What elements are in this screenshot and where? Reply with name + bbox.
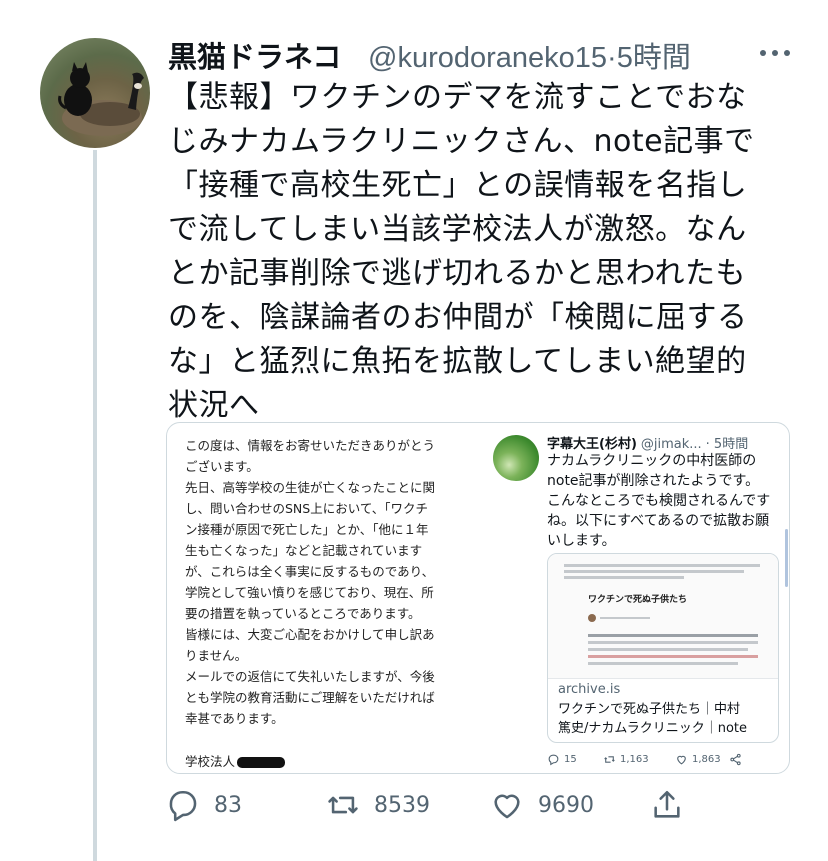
share-icon	[654, 790, 680, 818]
tweet-text-line: 【悲報】ワクチンのデマを流すことでおな	[168, 80, 747, 115]
quoted-author-name: 字幕大王(杉村)	[547, 437, 637, 452]
letter-line: ございます。	[185, 459, 259, 474]
letter-line: 先日、高等学校の生徒が亡くなったことに関	[185, 480, 436, 495]
link-title-line: ワクチンで死ぬ子供たち｜中村	[558, 702, 741, 717]
tweet-actions: 83 8539 9690	[166, 788, 706, 828]
timestamp[interactable]: 5時間	[617, 42, 691, 74]
share-button[interactable]	[650, 788, 684, 822]
reply-button[interactable]: 83	[166, 788, 242, 822]
share-icon	[730, 753, 741, 766]
quoted-text-line: ね。以下にすべてあるので拡散お願	[547, 513, 770, 529]
like-icon	[494, 794, 520, 819]
thumb-text-line	[588, 662, 738, 665]
letter-line: 生も亡くなった」などと記載されています	[185, 543, 423, 558]
author-name[interactable]: 黒猫ドラネコ	[168, 34, 341, 76]
tweet-header: 黒猫ドラネコ @kurodoraneko15·5時間	[168, 30, 808, 76]
quoted-retweet-count: 1,163	[620, 754, 649, 765]
quoted-tweet: 字幕大王(杉村) @jimak... · 5時間 ナカムラクリニックの中村医師の n…	[489, 423, 789, 773]
quoted-text-line: いします。	[547, 533, 616, 549]
retweet-icon	[604, 756, 615, 763]
letter-line: 要の措置を執っているところであります。	[185, 606, 421, 621]
quoted-text-line: こんなところでも検閲されるんです	[547, 493, 771, 509]
more-icon[interactable]	[758, 48, 792, 58]
letter-line: とも学院の教育活動にご理解をいただければ	[185, 690, 435, 705]
quoted-actions: 15 1,163 1,863	[547, 753, 783, 769]
thumb-text-line	[564, 570, 744, 573]
letter-line: し、問い合わせのSNS上において、「ワクチ	[185, 501, 428, 516]
media-image[interactable]: この度は、情報をお寄せいただきありがとう ございます。 先日、高等学校の生徒が亡…	[166, 422, 790, 774]
thumb-text-line	[600, 617, 650, 619]
separator: ·	[607, 42, 617, 74]
letter-line: この度は、情報をお寄せいただきありがとう	[185, 438, 436, 453]
reply-count: 83	[214, 792, 242, 818]
tweet-text: 【悲報】ワクチンのデマを流すことでおな じみナカムラクリニックさん、note記事…	[168, 76, 798, 428]
thread-line	[93, 150, 97, 861]
thumb-text-line	[564, 564, 760, 567]
author-handle[interactable]: @kurodoraneko15	[368, 42, 607, 74]
like-count: 9690	[538, 792, 594, 818]
link-title-line: 篤史/ナカムラクリニック｜note	[558, 721, 748, 736]
letter-line: りません。	[185, 648, 248, 663]
tweet-text-line: で流してしまい当該学校法人が激怒。なん	[168, 212, 747, 247]
quoted-timestamp: · 5時間	[705, 437, 749, 452]
link-card: ワクチンで死ぬ子供たち archive.is ワクチンで死ぬ子供たち｜中村 篤史…	[547, 553, 779, 743]
quoted-avatar	[493, 435, 539, 481]
avatar-image	[58, 62, 144, 136]
quoted-reply-count: 15	[564, 754, 577, 765]
letter-line: メールでの返信にて失礼いたしますが、今後	[185, 669, 435, 684]
letter-line: 皆様には、大変ご心配をおかけして申し訳あ	[185, 627, 435, 642]
tweet-text-line: 「接種で高校生死亡」との誤情報を名指し	[168, 168, 748, 203]
quoted-author-handle: @jimak...	[640, 437, 702, 452]
quoted-share	[729, 753, 742, 766]
letter-line: が、これらは全く事実に反するものであり、	[185, 564, 435, 579]
link-domain: archive.is	[558, 682, 621, 697]
letter-line: 幸甚であります。	[185, 711, 284, 726]
quoted-text-line: note記事が削除されたようです。	[547, 473, 760, 489]
link-thumbnail: ワクチンで死ぬ子供たち	[548, 554, 778, 679]
reply-icon	[548, 754, 559, 766]
thumb-text-line	[588, 648, 748, 651]
thumb-author-dot	[588, 614, 596, 622]
retweet-icon	[328, 796, 358, 814]
letter-text: この度は、情報をお寄せいただきありがとう ございます。 先日、高等学校の生徒が亡…	[185, 435, 475, 772]
like-icon	[677, 755, 686, 765]
link-title: ワクチンで死ぬ子供たち｜中村 篤史/ナカムラクリニック｜note	[558, 700, 772, 738]
avatar[interactable]	[40, 38, 150, 148]
thumb-title: ワクチンで死ぬ子供たち	[588, 595, 688, 605]
author-meta: @kurodoraneko15·5時間	[368, 34, 691, 76]
quoted-text: ナカムラクリニックの中村医師の note記事が削除されたようです。 こんなところ…	[547, 451, 783, 551]
quoted-header: 字幕大王(杉村) @jimak... · 5時間	[547, 433, 748, 452]
thumb-text-line	[588, 634, 758, 637]
tweet-text-line: じみナカムラクリニックさん、note記事で	[168, 124, 755, 159]
thumb-text-line	[588, 655, 758, 658]
redaction-mark	[237, 757, 286, 768]
quoted-text-line: ナカムラクリニックの中村医師の	[547, 453, 757, 469]
thumb-text-line	[564, 576, 684, 579]
letter-line: 学院として強い憤りを感じており、現在、所	[185, 585, 434, 600]
tweet-text-line: な」と猛烈に魚拓を拡散してしまい絶望的	[168, 344, 747, 379]
scroll-indicator	[785, 529, 788, 587]
quoted-like-count: 1,863	[692, 754, 721, 765]
letter-signature: 学校法人	[185, 754, 236, 769]
tweet-text-line: のを、陰謀論者のお仲間が「検閲に屈する	[168, 300, 748, 335]
retweet-button[interactable]: 8539	[326, 788, 430, 822]
like-button[interactable]: 9690	[490, 788, 594, 822]
quoted-retweet: 1,163	[603, 753, 649, 766]
letter-gap	[185, 729, 475, 751]
letter-signature-row: 学校法人	[185, 751, 475, 772]
quoted-reply: 15	[547, 753, 577, 766]
tweet-text-line: とか記事削除で逃げ切れるかと思われたも	[168, 256, 746, 291]
thumb-text-line	[588, 641, 758, 644]
reply-icon	[169, 790, 197, 822]
retweet-count: 8539	[374, 792, 430, 818]
quoted-like: 1,863	[675, 753, 721, 766]
letter-line: ン接種が原因で死亡した」とか、「他に１年	[185, 522, 429, 537]
